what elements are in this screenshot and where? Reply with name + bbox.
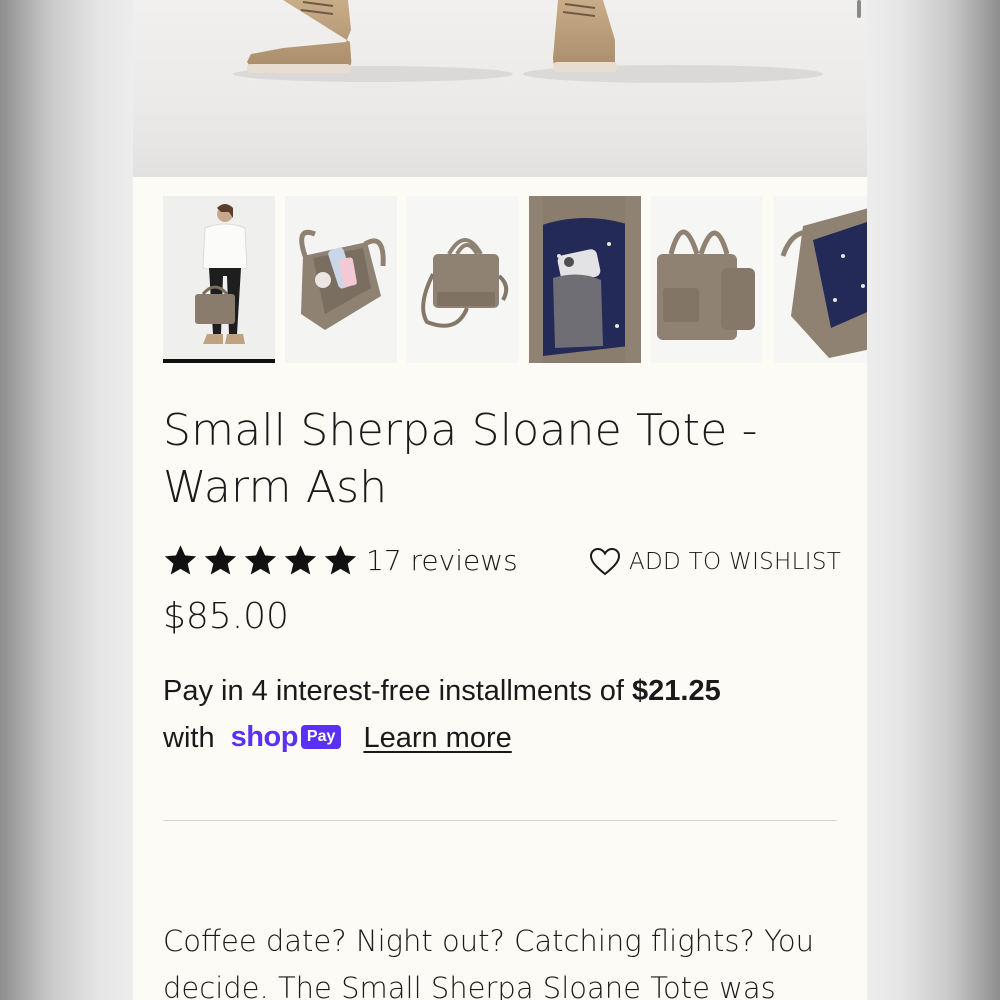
installments-text: Pay in 4 interest-free installments of <box>163 675 633 707</box>
thumbnail-image <box>285 196 397 363</box>
hero-boots-image <box>233 0 823 83</box>
scrollbar[interactable] <box>857 0 861 18</box>
installment-amount: $21.25 <box>632 675 721 707</box>
product-page: Small Sherpa Sloane Tote - Warm Ash 17 r… <box>133 0 867 1000</box>
thumbnail-image <box>163 196 275 359</box>
reviews-link[interactable]: 17 reviews <box>366 544 518 577</box>
thumbnail-strip <box>163 196 867 364</box>
thumbnail-image <box>407 196 519 363</box>
star-icon <box>204 545 237 575</box>
shop-pay-shop-word: shop <box>230 720 299 753</box>
learn-more-link[interactable]: Learn more <box>363 722 511 754</box>
thumbnail-image <box>529 196 641 363</box>
product-price: $85.00 <box>163 596 289 637</box>
wishlist-label: ADD TO WISHLIST <box>629 549 842 575</box>
product-description: Coffee date? Night out? Catching flights… <box>163 924 815 1000</box>
thumbnail-tote-open-contents[interactable] <box>285 196 397 363</box>
thumbnail-model-holding-tote[interactable] <box>163 196 275 363</box>
thumbnail-tote-interior-pocket[interactable] <box>529 196 641 363</box>
shop-pay-logo: shop Pay <box>231 714 342 761</box>
section-divider <box>163 820 837 821</box>
thumbnail-image <box>773 196 867 363</box>
star-icon <box>324 545 357 575</box>
thumbnail-image <box>651 196 763 363</box>
star-icon <box>284 545 317 575</box>
add-to-wishlist-button[interactable]: ADD TO WISHLIST <box>589 547 841 577</box>
star-icon <box>164 545 197 575</box>
installments-info: Pay in 4 interest-free installments of $… <box>163 668 843 763</box>
shop-pay-pay-badge: Pay <box>300 725 342 750</box>
thumbnail-tote-angled-lining[interactable] <box>773 196 867 363</box>
hero-product-image[interactable] <box>133 0 867 177</box>
installments-with: with <box>163 722 215 754</box>
thumbnail-tote-side-view[interactable] <box>651 196 763 363</box>
rating-summary[interactable]: 17 reviews <box>163 543 518 578</box>
product-title: Small Sherpa Sloane Tote - Warm Ash <box>163 405 758 513</box>
heart-icon <box>589 547 621 576</box>
star-icon <box>244 545 277 575</box>
thumbnail-tote-with-strap[interactable] <box>407 196 519 363</box>
star-rating <box>163 543 358 578</box>
